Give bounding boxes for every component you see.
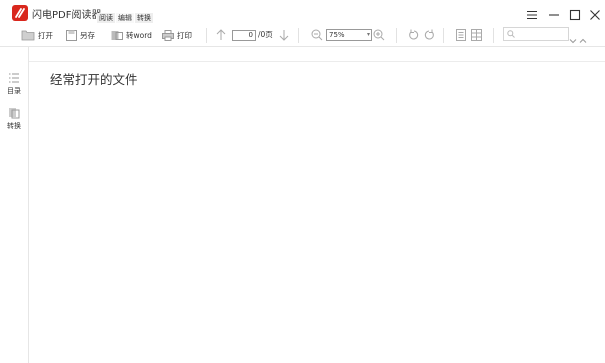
sidebar-item-label: 转换 bbox=[7, 122, 21, 130]
prev-page-button[interactable] bbox=[216, 28, 229, 42]
single-page-button[interactable] bbox=[456, 28, 469, 42]
minimize-icon[interactable] bbox=[548, 6, 560, 18]
app-title: 闪电PDF阅读器 bbox=[32, 10, 102, 21]
search-input[interactable] bbox=[503, 27, 569, 41]
panel-collapse-bar bbox=[0, 47, 605, 62]
divider bbox=[443, 28, 444, 43]
save-icon bbox=[66, 29, 77, 41]
grid-icon bbox=[471, 29, 482, 41]
rotate-left-icon bbox=[409, 29, 419, 40]
chevron-down-icon: ▾ bbox=[366, 31, 370, 38]
tab-convert[interactable]: 转换 bbox=[135, 13, 153, 23]
chevron-up-icon bbox=[579, 38, 587, 43]
search-icon bbox=[507, 30, 515, 38]
maximize-icon[interactable] bbox=[569, 6, 581, 21]
sidebar-item-toc[interactable]: 目录 bbox=[0, 72, 28, 96]
sidebar-item-label: 目录 bbox=[7, 87, 21, 95]
printer-icon bbox=[162, 29, 174, 41]
saveas-label: 另存 bbox=[80, 30, 95, 40]
page-number-input[interactable]: 0 bbox=[232, 30, 256, 41]
zoom-value: 75% bbox=[329, 31, 345, 39]
zoom-out-icon bbox=[311, 29, 323, 41]
tab-edit[interactable]: 编辑 bbox=[116, 13, 134, 23]
single-page-icon bbox=[456, 29, 466, 41]
sidebar: 目录 转换 bbox=[0, 47, 29, 363]
divider bbox=[493, 28, 494, 43]
menu-icon[interactable] bbox=[526, 6, 538, 20]
print-label: 打印 bbox=[177, 30, 192, 40]
saveas-button[interactable]: 另存 bbox=[66, 28, 95, 42]
zoom-in-button[interactable] bbox=[373, 28, 388, 42]
divider bbox=[298, 28, 299, 43]
print-button[interactable]: 打印 bbox=[162, 28, 192, 42]
open-button[interactable]: 打开 bbox=[21, 28, 53, 42]
toword-label: 转word bbox=[126, 30, 152, 40]
app-logo-icon bbox=[12, 5, 28, 21]
title-bar: 闪电PDF阅读器 阅读 编辑 转换 bbox=[0, 0, 605, 26]
page-total: /0页 bbox=[258, 30, 273, 39]
word-icon bbox=[111, 30, 123, 40]
zoom-select[interactable]: 75% ▾ bbox=[326, 29, 372, 41]
sidebar-item-convert[interactable]: 转换 bbox=[0, 107, 28, 131]
rotate-right-button[interactable] bbox=[423, 28, 438, 42]
divider bbox=[396, 28, 397, 43]
open-label: 打开 bbox=[38, 30, 53, 40]
tab-read[interactable]: 阅读 bbox=[97, 13, 115, 23]
rotate-left-button[interactable] bbox=[408, 28, 423, 42]
zoom-in-icon bbox=[373, 29, 385, 41]
rotate-right-icon bbox=[424, 29, 434, 40]
zoom-out-button[interactable] bbox=[311, 28, 326, 42]
recent-files-heading: 经常打开的文件 bbox=[50, 72, 138, 87]
mode-tabs: 阅读 编辑 转换 bbox=[97, 13, 154, 23]
convert-icon bbox=[9, 108, 20, 119]
folder-icon bbox=[21, 30, 35, 41]
list-icon bbox=[9, 73, 19, 83]
chevron-down-icon bbox=[569, 39, 577, 44]
arrow-up-icon bbox=[216, 29, 226, 40]
arrow-down-icon bbox=[279, 30, 289, 41]
divider bbox=[206, 28, 207, 43]
toword-button[interactable]: 转word bbox=[111, 28, 152, 42]
grid-view-button[interactable] bbox=[471, 28, 485, 42]
next-page-button[interactable] bbox=[279, 28, 292, 42]
close-icon[interactable] bbox=[589, 6, 601, 20]
